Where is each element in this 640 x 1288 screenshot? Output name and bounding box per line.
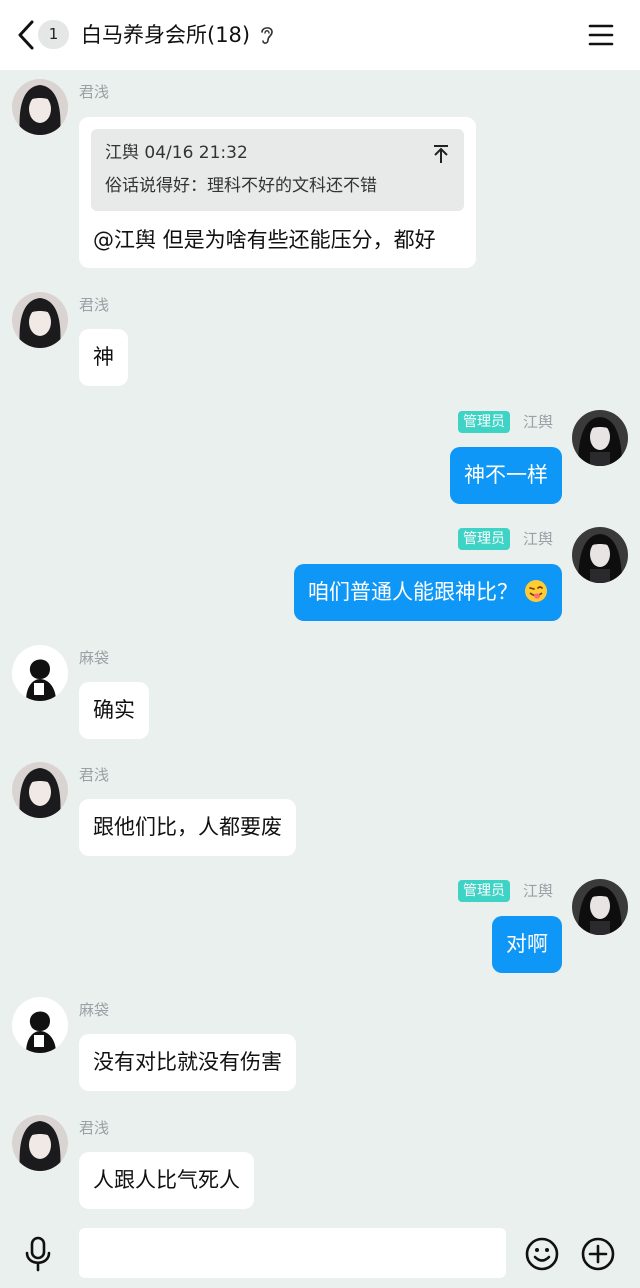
top-bar: 1 白马养身会所(18) <box>0 0 640 70</box>
tongue-out-emoji-icon <box>525 580 547 602</box>
quoted-message[interactable]: 江舆 04/16 21:32 俗话说得好：理科不好的文科还不错 <box>91 129 464 211</box>
jump-to-top-icon[interactable] <box>432 144 450 164</box>
avatar[interactable] <box>12 997 68 1053</box>
admin-badge: 管理员 <box>458 528 510 550</box>
message-input[interactable] <box>79 1228 506 1278</box>
message-bubble[interactable]: 人跟人比气死人 <box>79 1152 254 1209</box>
message-bubble[interactable]: 确实 <box>79 682 149 739</box>
sender-name: 君浅 <box>79 1119 110 1137</box>
admin-badge: 管理员 <box>458 411 510 433</box>
menu-icon[interactable] <box>588 22 614 48</box>
message-list[interactable]: 君浅 江舆 04/16 21:32 俗话说得好：理科不好的文科还不错 @江舆 但… <box>0 70 640 1220</box>
sender-name: 君浅 <box>79 83 110 101</box>
sender-name: 江舆 <box>523 530 554 548</box>
message-bubble[interactable]: 对啊 <box>492 916 562 973</box>
quote-author-time: 江舆 04/16 21:32 <box>105 143 248 163</box>
avatar[interactable] <box>572 527 628 583</box>
message-bubble[interactable]: 江舆 04/16 21:32 俗话说得好：理科不好的文科还不错 @江舆 但是为啥… <box>79 117 476 268</box>
message-text: @江舆 但是为啥有些还能压分，都好 <box>93 228 436 252</box>
message-bubble[interactable]: 没有对比就没有伤害 <box>79 1034 296 1091</box>
avatar[interactable] <box>572 410 628 466</box>
message-text: 咱们普通人能跟神比？ <box>308 580 518 604</box>
admin-badge: 管理员 <box>458 880 510 902</box>
message-bubble[interactable]: 跟他们比，人都要废 <box>79 799 296 856</box>
sender-name: 君浅 <box>79 766 110 784</box>
sender-name: 江舆 <box>523 413 554 431</box>
chat-title: 白马养身会所(18) <box>81 23 251 47</box>
avatar[interactable] <box>12 79 68 135</box>
ear-icon <box>261 27 273 44</box>
message-bubble[interactable]: 咱们普通人能跟神比？ <box>294 564 562 621</box>
sender-name: 麻袋 <box>79 1001 110 1019</box>
message-bubble[interactable]: 神 <box>79 329 128 386</box>
sender-name: 麻袋 <box>79 649 110 667</box>
sender-name: 君浅 <box>79 296 110 314</box>
avatar[interactable] <box>12 762 68 818</box>
input-bar <box>0 1220 640 1288</box>
unread-count-badge[interactable]: 1 <box>38 20 69 49</box>
avatar[interactable] <box>572 879 628 935</box>
avatar[interactable] <box>12 292 68 348</box>
avatar[interactable] <box>12 1115 68 1171</box>
message-bubble[interactable]: 神不一样 <box>450 447 562 504</box>
microphone-icon[interactable] <box>24 1236 52 1272</box>
smile-icon[interactable] <box>525 1237 559 1271</box>
quote-text: 俗话说得好：理科不好的文科还不错 <box>105 176 377 196</box>
sender-name: 江舆 <box>523 882 554 900</box>
plus-icon[interactable] <box>581 1237 615 1271</box>
avatar[interactable] <box>12 645 68 701</box>
chevron-left-icon[interactable] <box>14 18 40 52</box>
